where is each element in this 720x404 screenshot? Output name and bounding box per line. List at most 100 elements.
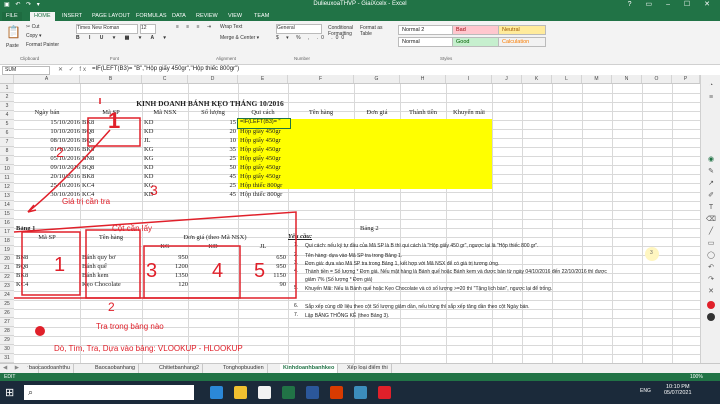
style-bad[interactable]: Bad: [452, 25, 500, 35]
col-j[interactable]: J: [492, 75, 522, 83]
tab-view[interactable]: VIEW: [224, 12, 246, 21]
tab-page-layout[interactable]: PAGE LAYOUT: [88, 12, 134, 21]
col-c[interactable]: C: [142, 75, 188, 83]
paste-button[interactable]: Paste: [6, 43, 19, 49]
shape-icon[interactable]: ◯: [706, 251, 716, 260]
windows-start-icon[interactable]: ⊞: [5, 386, 18, 399]
taskbar: ⊞ ⌕ ENG 10:10 PM 05/07/2021: [0, 381, 720, 404]
window-controls[interactable]: ? ▭ – ☐ ✕: [628, 0, 716, 8]
language-indicator[interactable]: ENG: [640, 388, 651, 394]
sheet-tab-baocaodoanhthu[interactable]: baocaodoanhthu: [26, 364, 74, 373]
color-red-icon[interactable]: [707, 301, 715, 309]
tab-home[interactable]: HOME: [30, 12, 55, 21]
text-icon[interactable]: T: [706, 203, 716, 212]
ribbon: 📋 Paste ✂ Cut Copy ▾ Format Painter Time…: [0, 21, 720, 65]
sheet-tab-chitietbanhang2[interactable]: Chitietbanhang2: [156, 364, 204, 373]
pen-toolbar-close-icon[interactable]: ◔: [706, 81, 716, 90]
format-painter-button[interactable]: Format Painter: [26, 42, 59, 48]
undo-icon[interactable]: ↶: [706, 263, 716, 272]
number-format-select[interactable]: General: [276, 24, 322, 34]
style-normal[interactable]: Normal: [398, 37, 454, 47]
app-icon[interactable]: [354, 386, 367, 399]
col-f[interactable]: F: [288, 75, 354, 83]
line-icon[interactable]: ╱: [706, 227, 716, 236]
col-p[interactable]: P: [672, 75, 700, 83]
annotation-number-1: 1: [108, 108, 121, 133]
annotation-number-3-top: 3: [150, 182, 158, 198]
clock-date: 05/07/2021: [664, 390, 692, 396]
sheet-tab-baocaobanhang[interactable]: Baocaobanhang: [92, 364, 140, 373]
annotation-number-1-table: 1: [54, 254, 66, 276]
rectangle-icon[interactable]: ▭: [706, 239, 716, 248]
color-black-icon[interactable]: [707, 313, 715, 321]
style-calculation[interactable]: Calculation: [498, 37, 546, 47]
group-alignment: Alignment: [216, 56, 237, 61]
eye-icon[interactable]: ◉: [706, 155, 716, 164]
formula-buttons[interactable]: ✕ ✓ fx: [58, 66, 88, 73]
arrow-icon[interactable]: ↗: [706, 179, 716, 188]
col-h[interactable]: H: [400, 75, 446, 83]
window-title: DulieuxoaTHVP - GiaiXcelx - Excel: [313, 1, 407, 7]
name-box[interactable]: SUM: [2, 66, 50, 75]
pen-toolbar-menu-icon[interactable]: ≡: [706, 93, 716, 102]
col-d[interactable]: D: [188, 75, 238, 83]
cut-button[interactable]: ✂ Cut: [26, 24, 39, 30]
word-icon[interactable]: [306, 386, 319, 399]
conditional-formatting-button[interactable]: Conditional Formatting: [328, 25, 356, 37]
style-good[interactable]: Good: [452, 37, 500, 47]
style-neutral[interactable]: Neutral: [498, 25, 546, 35]
status-bar: EDIT 100%: [0, 373, 720, 381]
col-l[interactable]: L: [552, 75, 582, 83]
col-o[interactable]: O: [642, 75, 672, 83]
recorder-icon[interactable]: [378, 386, 391, 399]
style-normal-2[interactable]: Normal 2: [398, 25, 454, 35]
group-number: Number: [294, 56, 311, 61]
col-e[interactable]: E: [238, 75, 288, 83]
formula-input[interactable]: =IF(LEFT(B3)= "B","Hộp giấy 450gr","Hộp …: [92, 66, 239, 72]
tab-review[interactable]: REVIEW: [192, 12, 222, 21]
system-clock[interactable]: 10:10 PM 05/07/2021: [664, 384, 692, 396]
col-m[interactable]: M: [582, 75, 612, 83]
annotation-cot-can-lay: Cột cần lấy: [112, 224, 153, 233]
select-all-corner[interactable]: [0, 75, 14, 83]
search-icon: ⌕: [28, 387, 34, 397]
column-headers: A B C D E F G H I J K L M N O P: [0, 75, 700, 84]
marker-icon[interactable]: ✐: [706, 191, 716, 200]
paste-icon[interactable]: 📋: [6, 25, 21, 39]
zoom-level[interactable]: 100%: [690, 374, 703, 380]
sheet-tab-xep-loai-diem-thi[interactable]: Xếp loại điểm thi: [344, 364, 392, 373]
task-view-icon[interactable]: [210, 386, 223, 399]
format-as-table-button[interactable]: Format as Table: [360, 25, 388, 37]
sheet-tab-tonghopbuudien[interactable]: Tonghopbuudien: [220, 364, 268, 373]
pen-icon[interactable]: ✎: [706, 167, 716, 176]
excel-icon[interactable]: [282, 386, 295, 399]
col-n[interactable]: N: [612, 75, 642, 83]
group-clipboard: Clipboard: [20, 56, 40, 61]
redo-icon[interactable]: ↷: [706, 275, 716, 284]
eraser-icon[interactable]: ⌫: [706, 215, 716, 224]
font-size-select[interactable]: 12: [140, 24, 156, 34]
title-bar: ▣ ↶ ↷ ▾ DulieuxoaTHVP - GiaiXcelx - Exce…: [0, 0, 720, 11]
alignment-buttons[interactable]: ≡ ≡ ≡ ⇥: [176, 24, 214, 30]
worksheet-grid[interactable]: 1 2 3 4 5 6 7 8 9 10 11 12 13 14 15 16 17 18 19 20 21 22 23 24 2…: [0, 84, 700, 363]
wrap-text-button[interactable]: Wrap Text: [220, 24, 242, 30]
tab-formulas[interactable]: FORMULAS: [132, 12, 171, 21]
col-g[interactable]: G: [354, 75, 400, 83]
tab-team[interactable]: TEAM: [250, 12, 273, 21]
col-a[interactable]: A: [14, 75, 80, 83]
tab-file[interactable]: FILE: [2, 12, 22, 21]
tab-insert[interactable]: INSERT: [58, 12, 86, 21]
taskbar-search-box[interactable]: [24, 385, 194, 400]
col-b[interactable]: B: [80, 75, 142, 83]
file-explorer-icon[interactable]: [234, 386, 247, 399]
copy-button[interactable]: Copy ▾: [26, 33, 42, 39]
font-style-buttons[interactable]: B I U ▾ ▦ ▾ A ▾: [76, 35, 170, 41]
powerpoint-icon[interactable]: [330, 386, 343, 399]
merge-center-button[interactable]: Merge & Center ▾: [220, 35, 259, 41]
col-i[interactable]: I: [446, 75, 492, 83]
font-name-select[interactable]: Times New Roman: [76, 24, 138, 34]
col-k[interactable]: K: [522, 75, 552, 83]
tab-data[interactable]: DATA: [168, 12, 190, 21]
clear-icon[interactable]: ✕: [706, 287, 716, 296]
chrome-icon[interactable]: [258, 386, 271, 399]
